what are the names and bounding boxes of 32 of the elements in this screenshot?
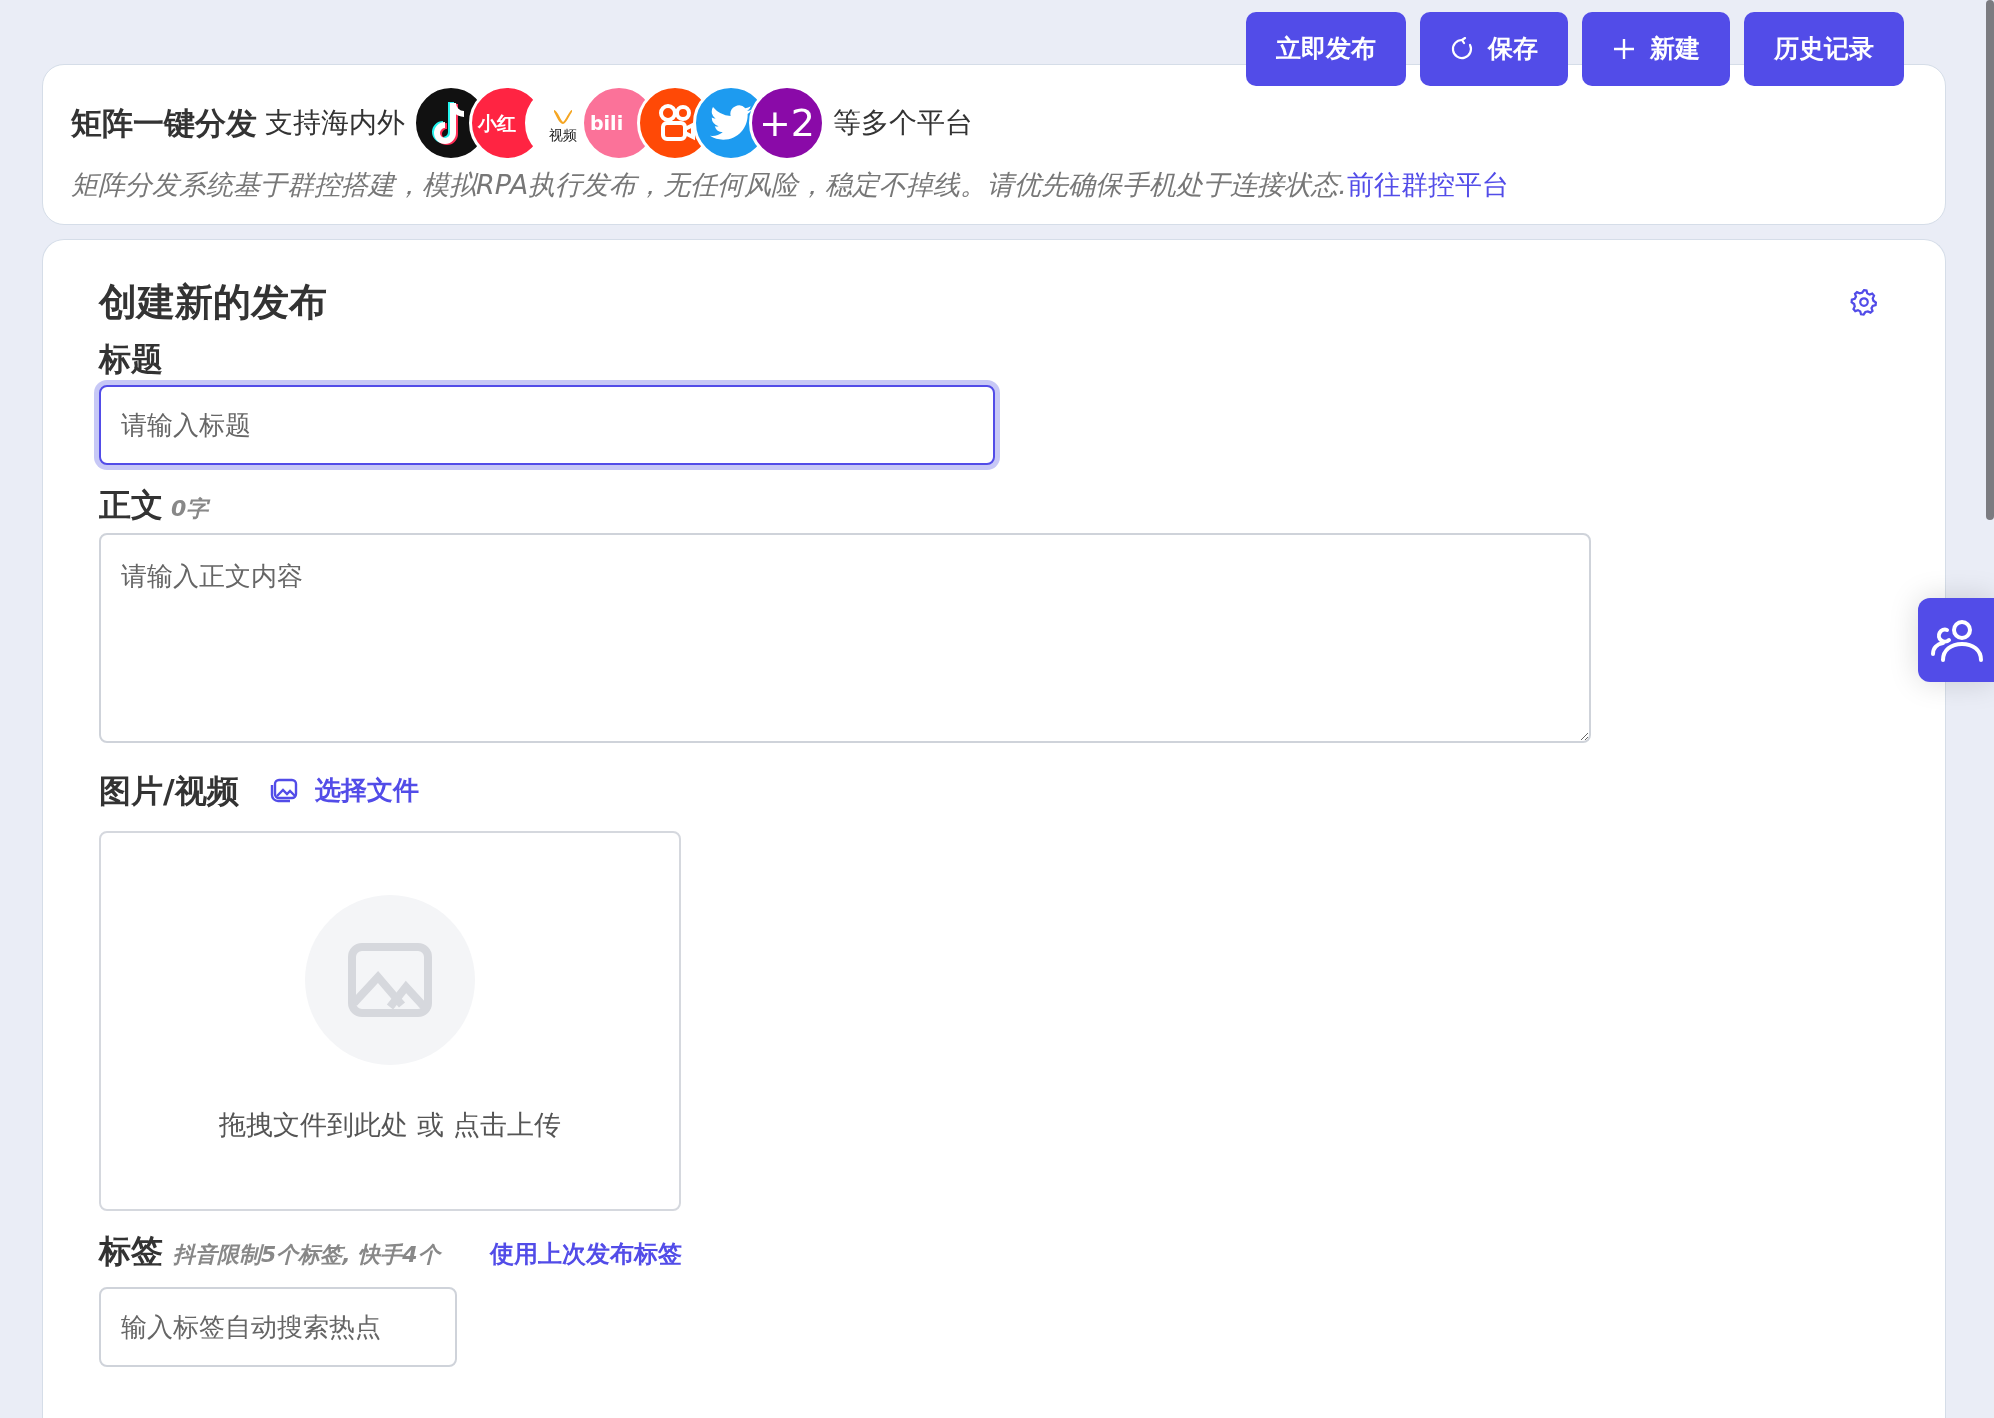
refresh-icon <box>1450 37 1474 61</box>
tag-input[interactable]: 输入标签自动搜索热点 <box>99 1286 457 1367</box>
word-count: 0字 <box>171 494 209 523</box>
more-platforms-count: +2 <box>749 85 825 161</box>
upload-dropzone[interactable]: 拖拽文件到此处 或 点击上传 <box>99 830 681 1211</box>
field-label: 标题 <box>99 338 164 380</box>
people-icon <box>1929 618 1983 662</box>
reuse-tags-link[interactable]: 使用上次发布标签 <box>489 1235 682 1272</box>
image-icon <box>268 776 299 805</box>
banner-title: 矩阵一键分发 <box>71 103 257 143</box>
dropzone-text: 拖拽文件到此处 或 点击上传 <box>219 1108 561 1143</box>
description-text: 矩阵分发系统基于群控搭建，模拟RPA执行发布，无任何风险，稳定不掉线。请优先确保手机处于连接状态.前往群控平台 <box>71 168 1510 202</box>
field-label: 标签 <box>99 1230 163 1272</box>
scrollbar[interactable] <box>1986 0 1994 520</box>
plus-icon <box>1612 37 1636 61</box>
settings-icon[interactable] <box>1849 287 1879 317</box>
choose-file-link[interactable]: 选择文件 <box>268 771 419 810</box>
field-label: 正文 <box>99 484 163 526</box>
contacts-button[interactable] <box>1918 598 1994 682</box>
body-textarea[interactable]: 请输入正文内容 <box>99 532 1591 743</box>
image-icon <box>348 943 432 1018</box>
banner-text: 等多个平台 <box>833 105 973 141</box>
tag-hint: 抖音限制5个标签, 快手4个 <box>173 1240 440 1269</box>
title-input[interactable]: 请输入标题 <box>99 384 995 465</box>
form-heading: 创建新的发布 <box>99 278 327 326</box>
toolbar-button[interactable]: 保存 <box>1420 12 1568 86</box>
banner-text: 支持海内外 <box>265 105 405 141</box>
toolbar-button[interactable]: 历史记录 <box>1744 12 1904 86</box>
group-control-link[interactable]: 前往群控平台 <box>1346 169 1509 200</box>
field-label: 图片/视频 <box>99 770 239 812</box>
toolbar-button[interactable]: 立即发布 <box>1246 12 1406 86</box>
toolbar-button[interactable]: 新建 <box>1582 12 1730 86</box>
